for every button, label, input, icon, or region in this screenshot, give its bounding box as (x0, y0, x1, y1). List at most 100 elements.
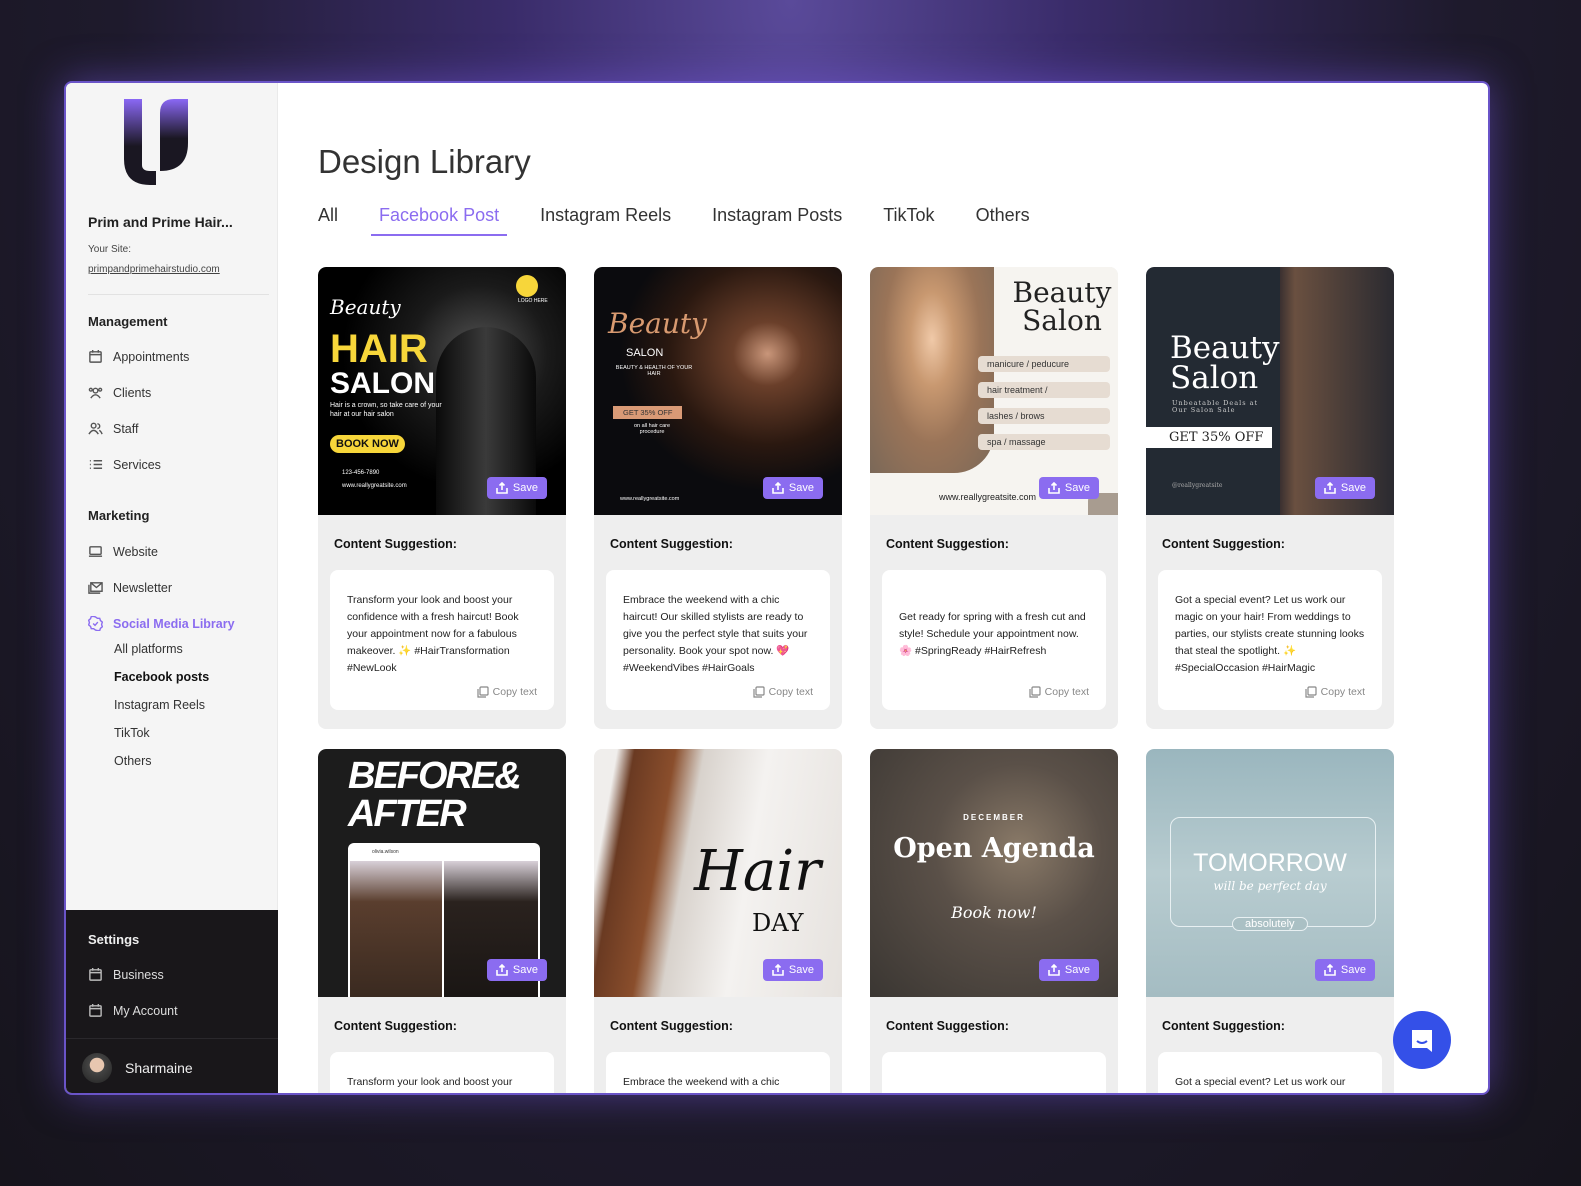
management-heading: Management (88, 314, 168, 329)
suggestion-box: Get ready for spring with a fresh cut an… (882, 570, 1106, 710)
tab-others[interactable]: Others (968, 205, 1038, 236)
share-icon (496, 964, 508, 976)
suggestion-box: Embrace the weekend with a chic haircut!… (606, 1052, 830, 1093)
brand-logo (124, 99, 188, 185)
design-preview[interactable]: Beauty Salon Unbeatable Deals at Our Salo… (1146, 267, 1394, 515)
tab-tiktok[interactable]: TikTok (875, 205, 942, 236)
nav-clients[interactable]: Clients (88, 385, 151, 400)
nav-social-media-library[interactable]: Social Media Library (88, 616, 235, 631)
suggestion-text: Embrace the weekend with a chic haircut!… (623, 593, 808, 674)
design-text: Hair is a crown, so take care of your ha… (330, 402, 442, 418)
mail-icon (88, 582, 103, 594)
logo-icon (516, 275, 538, 297)
suggestion-text: Got a special event? Let us work our mag… (1175, 593, 1365, 674)
design-text: DECEMBER (963, 813, 1025, 822)
copy-text-button[interactable]: Copy text (477, 686, 537, 698)
design-preview[interactable]: Hair DAY Save (594, 749, 842, 997)
laptop-icon (88, 546, 103, 557)
save-button[interactable]: Save (1314, 959, 1375, 981)
tab-instagram-reels[interactable]: Instagram Reels (532, 205, 679, 236)
design-text: absolutely (1232, 917, 1308, 931)
list-icon (89, 460, 103, 469)
design-preview[interactable]: Beauty Salon manicure / peducure hair tre… (870, 267, 1118, 515)
suggestion-heading: Content Suggestion: (334, 537, 457, 551)
nav-services[interactable]: Services (88, 457, 161, 472)
save-button[interactable]: Save (1314, 477, 1375, 499)
nav-label: Clients (113, 385, 152, 400)
page-title: Design Library (318, 143, 531, 180)
design-text: BEFORE& AFTER (348, 755, 522, 835)
design-text: spa / massage (978, 434, 1110, 450)
save-button[interactable]: Save (762, 959, 823, 981)
design-text: Beauty Salon (1012, 276, 1112, 337)
save-button[interactable]: Save (1038, 959, 1099, 981)
design-preview[interactable]: Beauty HAIR SALON Hair is a crown, so ta… (318, 267, 566, 515)
design-card: Beauty SALON BEAUTY & HEALTH OF YOUR HAI… (594, 267, 842, 729)
site-link[interactable]: primpandprimehairstudio.com (88, 264, 220, 275)
save-button[interactable]: Save (762, 477, 823, 499)
save-button[interactable]: Save (1038, 477, 1099, 499)
divider (88, 294, 269, 295)
copy-text-button[interactable]: Copy text (753, 686, 813, 698)
save-button[interactable]: Save (486, 959, 547, 981)
copy-icon (1029, 686, 1041, 698)
tab-all[interactable]: All (318, 205, 346, 236)
nav-newsletter[interactable]: Newsletter (88, 580, 172, 595)
design-text: Beauty (608, 307, 707, 340)
sub-tiktok[interactable]: TikTok (114, 726, 150, 740)
nav-staff[interactable]: Staff (88, 421, 138, 436)
design-preview[interactable]: DECEMBER Open Agenda Book now! Save (870, 749, 1118, 997)
chat-launcher-button[interactable] (1393, 1011, 1451, 1069)
design-text: lashes / brows (978, 408, 1110, 424)
design-card: BEFORE& AFTER olivia.wilson Save Content… (318, 749, 566, 1093)
site-label: Your Site: (88, 244, 131, 255)
nav-business[interactable]: Business (88, 967, 164, 982)
nav-appointments[interactable]: Appointments (88, 349, 189, 364)
nav-label: My Account (113, 1003, 178, 1018)
suggestion-heading: Content Suggestion: (886, 537, 1009, 551)
calendar-icon (89, 349, 102, 363)
design-text: www.reallygreatsite.com (939, 492, 1037, 502)
sub-others[interactable]: Others (114, 754, 152, 768)
user-profile[interactable]: Sharmaine (66, 1038, 278, 1093)
sub-instagram-reels[interactable]: Instagram Reels (114, 698, 205, 712)
tab-facebook-post[interactable]: Facebook Post (371, 205, 508, 236)
design-preview[interactable]: Beauty SALON BEAUTY & HEALTH OF YOUR HAI… (594, 267, 842, 515)
suggestion-heading: Content Suggestion: (1162, 1019, 1285, 1033)
design-text: manicure / peducure (978, 356, 1110, 372)
sub-all-platforms[interactable]: All platforms (114, 642, 183, 656)
design-grid: Beauty HAIR SALON Hair is a crown, so ta… (318, 267, 1394, 1094)
staff-icon (88, 422, 103, 435)
nav-my-account[interactable]: My Account (88, 1003, 178, 1018)
design-text: 123-456-7890 (342, 470, 380, 476)
nav-label: Newsletter (113, 580, 173, 595)
marketing-heading: Marketing (88, 508, 150, 523)
suggestion-box: Got a special event? Let us work our mag… (1158, 1052, 1382, 1094)
design-preview[interactable]: TOMORROW will be perfect day absolutely … (1146, 749, 1394, 997)
copy-icon (1305, 686, 1317, 698)
nav-label: Website (113, 544, 158, 559)
design-preview[interactable]: BEFORE& AFTER olivia.wilson Save (318, 749, 566, 997)
suggestion-box: Transform your look and boost your confi… (330, 570, 554, 710)
share-icon (1048, 482, 1060, 494)
user-name: Sharmaine (125, 1060, 193, 1076)
nav-website[interactable]: Website (88, 544, 158, 559)
share-icon (1324, 482, 1336, 494)
save-button[interactable]: Save (486, 477, 547, 499)
design-text: hair treatment / (978, 382, 1110, 398)
nav-label: Staff (113, 421, 139, 436)
avatar (82, 1053, 112, 1083)
copy-text-button[interactable]: Copy text (1029, 686, 1089, 698)
design-text: Hair (694, 839, 821, 904)
business-name: Prim and Prime Hair... (88, 214, 233, 230)
tab-instagram-posts[interactable]: Instagram Posts (704, 205, 850, 236)
users-icon (88, 387, 103, 399)
design-text: www.reallygreatsite.com (620, 496, 680, 502)
suggestion-text: Got a special event? Let us work our mag… (1175, 1075, 1351, 1094)
design-text: TOMORROW (1193, 849, 1347, 877)
sub-facebook-posts[interactable]: Facebook posts (114, 670, 209, 684)
design-text: DAY (752, 909, 804, 937)
design-card: Beauty HAIR SALON Hair is a crown, so ta… (318, 267, 566, 729)
design-text: LOGO HERE (518, 298, 548, 304)
copy-text-button[interactable]: Copy text (1305, 686, 1365, 698)
